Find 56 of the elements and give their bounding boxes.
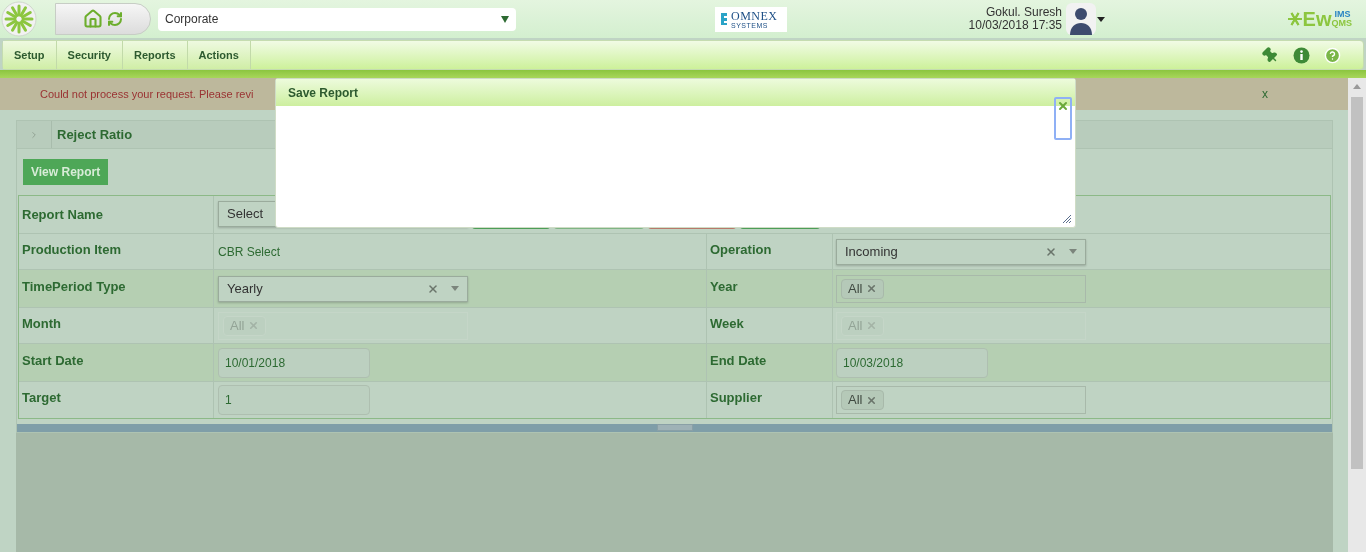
field-label: Year	[710, 277, 738, 296]
multi-select-field[interactable]: All	[836, 274, 1086, 303]
refresh-icon[interactable]	[107, 11, 123, 27]
panel-title: Reject Ratio	[57, 125, 133, 144]
field-label: Supplier	[710, 389, 762, 408]
info-icon[interactable]	[1293, 46, 1310, 64]
caret-icon	[1069, 249, 1077, 254]
select-value: Yearly	[227, 279, 264, 298]
field-label: Production Item	[22, 240, 121, 259]
expand-icon[interactable]	[29, 129, 39, 140]
input-field[interactable]: 1	[218, 385, 370, 415]
user-name: Gokul. Suresh	[985, 6, 1062, 19]
select-field[interactable]: Incoming	[836, 238, 1086, 265]
remove-icon[interactable]	[866, 283, 878, 294]
caret-icon[interactable]	[1097, 16, 1105, 22]
select-value: Incoming	[845, 242, 899, 261]
company-select[interactable]: Corporate	[158, 7, 516, 31]
field-label: Start Date	[22, 351, 84, 370]
home-icon[interactable]	[83, 9, 103, 29]
user-avatar-icon[interactable]	[1066, 3, 1096, 35]
app-logo-icon[interactable]	[1, 1, 37, 37]
splitter-handle[interactable]	[656, 424, 693, 431]
scroll-up-icon[interactable]	[1353, 84, 1361, 89]
help-icon[interactable]	[1324, 46, 1341, 64]
field-label: TimePeriod Type	[22, 277, 126, 296]
clear-icon[interactable]	[1045, 245, 1057, 258]
close-button[interactable]: x	[1262, 85, 1268, 103]
caret-icon	[501, 15, 509, 23]
input-field[interactable]: 10/01/2018	[218, 347, 370, 378]
remove-icon[interactable]	[866, 394, 878, 406]
field-label: Week	[710, 314, 744, 333]
field-label: Month	[22, 314, 61, 333]
field-label: Target	[22, 389, 61, 408]
field-value: CBR Select	[218, 243, 281, 261]
input-field[interactable]: 10/03/2018	[836, 347, 988, 378]
error-message: Could not process your request. Please revi	[40, 86, 254, 102]
date-time: 10/03/2018 17:35	[968, 19, 1062, 32]
field-label: Report Name	[22, 205, 103, 224]
field-label: Operation	[710, 240, 772, 259]
clear-icon[interactable]	[427, 282, 439, 295]
close-icon	[1057, 100, 1069, 112]
tag: All	[841, 278, 885, 299]
caret-icon	[451, 286, 459, 291]
select-value: Select	[227, 205, 265, 224]
field-label: End Date	[710, 351, 767, 370]
menu-tab[interactable]: Reports	[123, 41, 188, 69]
tag: All	[841, 390, 885, 410]
close-button[interactable]	[1054, 97, 1072, 140]
multi-select-field[interactable]: All	[836, 386, 1086, 414]
select-field[interactable]: Yearly	[218, 275, 468, 302]
scrollbar[interactable]	[1348, 78, 1366, 552]
menu-tab[interactable]: Security	[56, 41, 123, 69]
dialog-title: Save Report	[288, 84, 359, 102]
menu-tab[interactable]: Actions	[187, 41, 251, 69]
resize-handle-icon[interactable]	[1063, 215, 1071, 223]
menu-tab[interactable]: Setup	[3, 41, 57, 69]
